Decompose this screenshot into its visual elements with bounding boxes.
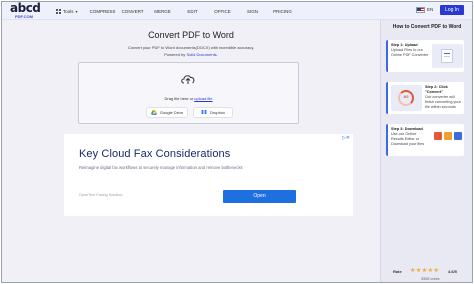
step-3-heading: Step 3: Download	[391, 127, 423, 131]
nav-compress[interactable]: COMPRESS	[88, 9, 118, 14]
step-1-body: Upload Files to our Online PDF Converter	[391, 48, 429, 57]
ad-description: Reimagine digital fax workflows to secur…	[79, 165, 243, 170]
step-3-body: Use our Online Results Editor or Downloa…	[391, 132, 425, 146]
progress-ring-label: 8/0	[403, 95, 409, 99]
sidebar-title: How to Convert PDF to Word	[392, 24, 462, 30]
chevron-down-icon: ▾	[75, 8, 78, 14]
ad-open-button[interactable]: Open	[223, 190, 296, 203]
download-illustration	[432, 128, 463, 152]
star-rating[interactable]: ★★★★★	[410, 267, 439, 274]
powered-prefix: Powered by	[164, 52, 186, 57]
rating-value: 4.6/5	[448, 269, 457, 274]
dropbox-label: Dropbox	[209, 110, 226, 115]
us-flag-icon[interactable]	[416, 7, 425, 13]
step-1-heading: Step 1: Upload	[391, 43, 418, 47]
nav-convert[interactable]: CONVERT	[118, 9, 148, 14]
language-selector[interactable]: EN	[427, 7, 433, 12]
cloud-upload-icon	[181, 75, 195, 84]
page-subtitle: Convert your PDF to Word documents(DOCX)…	[127, 45, 255, 50]
step-card-convert: 8/0 Step 2: Click "Convert" Our converte…	[386, 82, 464, 114]
step-2-text: Step 2: Click "Convert" Our converter wi…	[425, 85, 464, 110]
ad-headline[interactable]: Key Cloud Fax Considerations	[79, 148, 230, 160]
google-drive-label: Google Drive	[159, 110, 184, 115]
how-to-sidebar: How to Convert PDF to Word Step 1: Uploa…	[380, 20, 472, 282]
convert-illustration: 8/0	[391, 85, 422, 111]
logo-text: abcd	[10, 1, 41, 15]
step-2-body: Our converter will finish converting you…	[425, 95, 461, 109]
tools-menu[interactable]: Tools ▾	[56, 8, 78, 14]
step-1-text: Step 1: Upload Upload Files to our Onlin…	[391, 43, 429, 58]
advertisement[interactable]: ▷✕ Key Cloud Fax Considerations Reimagin…	[64, 134, 353, 216]
file-dropzone[interactable]: Drag file here or upload file Google Dri…	[78, 62, 299, 124]
nav-pricing[interactable]: PRICING	[268, 9, 298, 14]
top-header: abcd PDF.COM Tools ▾ COMPRESS CONVERT ME…	[2, 2, 472, 20]
share-icon	[444, 132, 452, 140]
nav-sign[interactable]: SIGN	[238, 9, 268, 14]
ad-brand: OpenText Faxing Solution	[79, 193, 123, 197]
tools-label: Tools	[63, 8, 74, 14]
upload-file-link[interactable]: upload file	[194, 96, 212, 101]
ad-choices-icon[interactable]: ▷✕	[342, 135, 350, 141]
browser-frame: abcd PDF.COM Tools ▾ COMPRESS CONVERT ME…	[1, 1, 473, 283]
drag-text: Drag file here or	[164, 96, 194, 101]
nav-edit[interactable]: EDIT	[178, 9, 208, 14]
grid-icon	[56, 8, 61, 14]
step-card-upload: Step 1: Upload Upload Files to our Onlin…	[386, 40, 464, 72]
dropbox-icon	[200, 110, 207, 114]
step-card-download: Step 3: Download Use our Online Results …	[386, 124, 464, 156]
step-2-heading: Step 2: Click "Convert"	[425, 85, 448, 94]
rate-label: Rate	[393, 269, 402, 274]
vote-count: 3965 votes	[421, 277, 440, 281]
main-nav: Tools ▾ COMPRESS CONVERT MERGE EDIT OFFI…	[56, 2, 298, 20]
download-icon	[454, 132, 462, 140]
dropbox-button[interactable]: Dropbox	[193, 107, 233, 118]
main-content: Convert PDF to Word Convert your PDF to …	[2, 20, 380, 282]
google-drive-icon	[150, 110, 157, 115]
nav-office[interactable]: OFFICE	[208, 9, 238, 14]
login-button[interactable]: Log In	[440, 5, 464, 15]
edit-icon	[434, 132, 442, 140]
google-drive-button[interactable]: Google Drive	[146, 107, 188, 118]
upload-illustration	[432, 44, 463, 68]
site-logo[interactable]: abcd PDF.COM	[10, 1, 50, 19]
drag-instructions: Drag file here or upload file	[79, 96, 298, 101]
powered-by-line: Powered by Solid Documents.	[2, 52, 380, 57]
powered-brand-link[interactable]: Solid Documents.	[186, 52, 217, 57]
page-title: Convert PDF to Word	[148, 30, 234, 40]
logo-subtext: PDF.COM	[15, 14, 33, 19]
step-3-text: Step 3: Download Use our Online Results …	[391, 127, 429, 147]
nav-merge[interactable]: MERGE	[148, 9, 178, 14]
